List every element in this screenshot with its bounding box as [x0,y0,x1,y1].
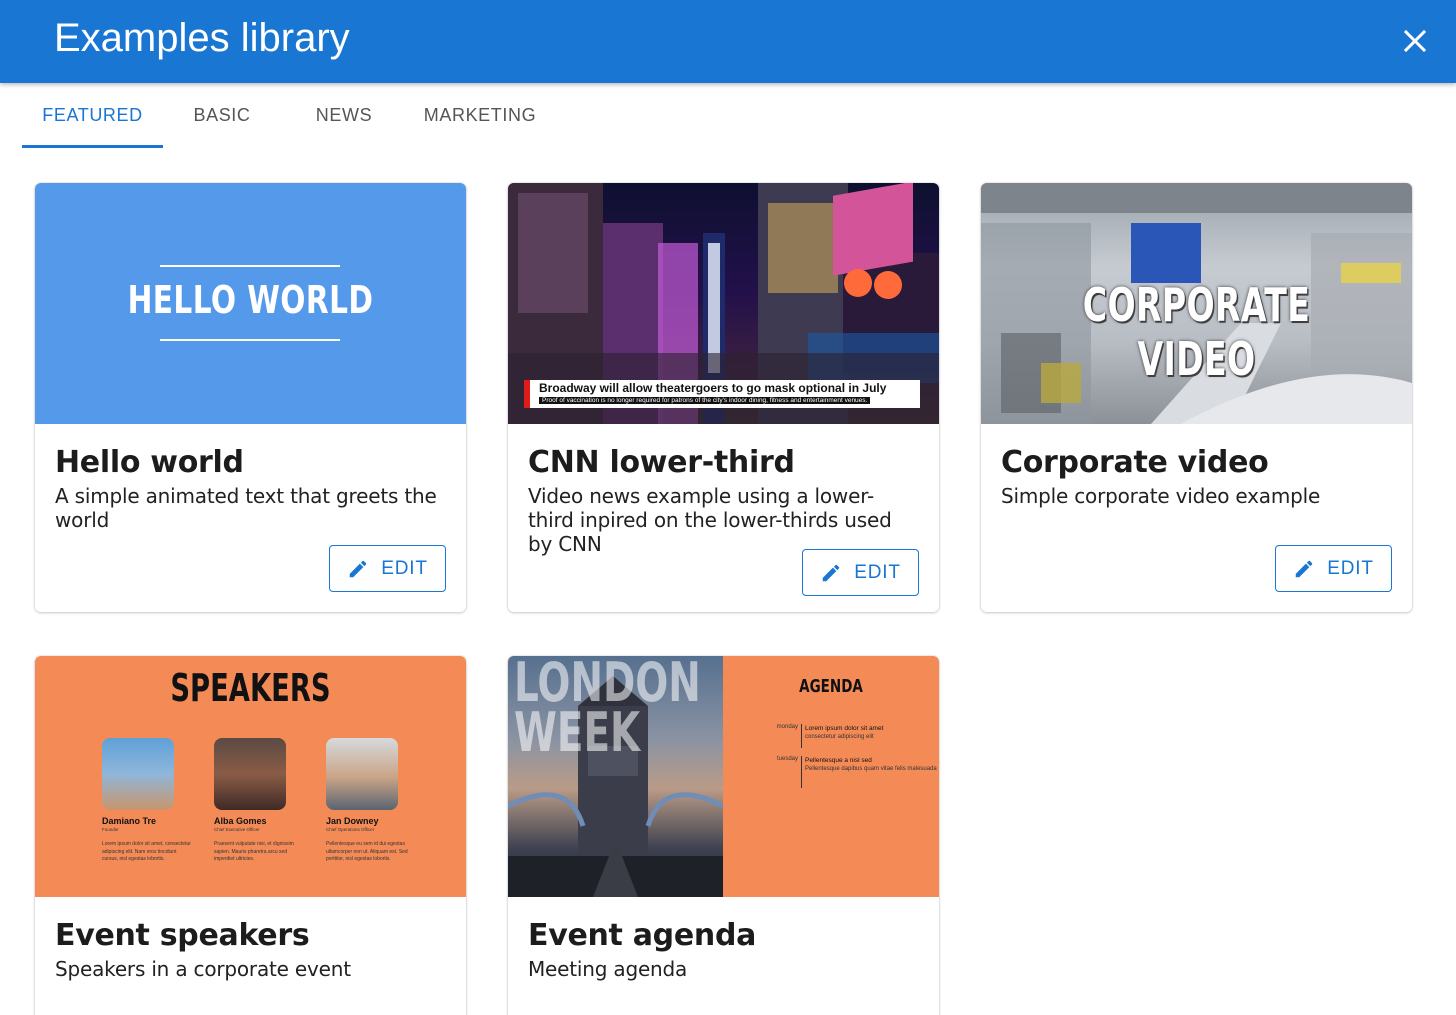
card-title: Corporate video [1001,445,1269,480]
agenda-day: monday [776,724,798,730]
speaker-avatar [326,738,398,810]
agenda-item-title: Pellentesque a nisl sed [805,757,872,764]
edit-label: EDIT [381,557,428,579]
tab-marketing[interactable]: MARKETING [406,83,554,147]
speaker-name: Alba Gomes [214,816,267,826]
card-description: Meeting agenda [528,957,688,981]
speaker-item: Alba Gomes Chief Executive Officer Praes… [214,738,326,864]
card-thumbnail: CORPORATE VIDEO [981,183,1412,424]
thumbnail-heading: AGENDA [799,676,863,697]
lower-third-subline: Proof of vaccination is no longer requir… [539,397,871,404]
speaker-bio: Pellentesque eu sem id dui egestas ullam… [326,841,408,862]
card-description: Speakers in a corporate event [55,957,351,981]
tab-news[interactable]: NEWS [285,83,403,147]
edit-button[interactable]: EDIT [329,545,446,592]
example-card-cnn-lower-third[interactable]: Broadway will allow theatergoers to go m… [508,183,939,612]
agenda-row: monday Lorem ipsum dolor sit amet consec… [758,724,938,748]
agenda-row: tuesday Pellentesque a nisl sed Pellente… [758,756,938,788]
card-description: Video news example using a lower-third i… [528,484,892,556]
speaker-role: Founder [102,827,119,832]
card-thumbnail: Broadway will allow theatergoers to go m… [508,183,939,424]
card-title: Hello world [55,445,244,480]
example-card-hello-world[interactable]: HELLO WORLD Hello world A simple animate… [35,183,466,612]
card-title: Event speakers [55,918,310,953]
agenda-item: Lorem ipsum dolor sit amet consectetur a… [805,724,939,742]
card-thumbnail: LONDON WEEK AGENDA monday Lorem ipsum do… [508,656,939,897]
edit-button[interactable]: EDIT [802,549,919,596]
thumbnail-heading: SPEAKERS [170,666,331,710]
speaker-role: Chief Executive Officer [214,827,260,832]
agenda-item-title: Lorem ipsum dolor sit amet [805,725,884,732]
speaker-role: Chief Operations Officer [326,827,375,832]
divider [160,339,340,341]
example-card-corporate-video[interactable]: CORPORATE VIDEO Corporate video Simple c… [981,183,1412,612]
speaker-avatar [214,738,286,810]
example-card-event-speakers[interactable]: SPEAKERS Damiano Tre Founder Lorem ipsum… [35,656,466,1015]
speaker-name: Jan Downey [326,816,379,826]
divider [801,756,802,788]
example-card-event-agenda[interactable]: LONDON WEEK AGENDA monday Lorem ipsum do… [508,656,939,1015]
pencil-icon [1296,560,1313,577]
divider [160,265,340,267]
divider [801,724,802,748]
edit-button[interactable]: EDIT [1275,545,1392,592]
lower-third-headline: Broadway will allow theatergoers to go m… [539,381,887,395]
card-description: A simple animated text that greets the w… [55,484,437,532]
card-description: Simple corporate video example [1001,484,1321,508]
close-button[interactable] [1394,20,1436,62]
tab-basic[interactable]: BASIC [163,83,281,147]
active-tab-indicator [22,145,163,148]
tab-featured[interactable]: FEATURED [22,83,163,147]
thumbnail-text: CORPORATE VIDEO [1082,278,1311,386]
edit-label: EDIT [854,561,901,583]
agenda-item-detail: Pellentesque dapibus quam vitae felis ma… [805,766,937,772]
edit-label: EDIT [1327,557,1374,579]
thumbnail-overlay-text: LONDON WEEK [514,656,701,764]
lower-third-accent [524,380,530,408]
card-title: Event agenda [528,918,757,953]
card-thumbnail: HELLO WORLD [35,183,466,424]
speaker-item: Damiano Tre Founder Lorem ipsum dolor si… [102,738,214,864]
category-tabs: FEATURED BASIC NEWS MARKETING [0,83,1456,149]
card-title: CNN lower-third [528,445,795,480]
agenda-item-detail: consectetur adipiscing elit [805,734,874,740]
pencil-icon [823,564,840,581]
speaker-bio: Lorem ipsum dolor sit amet, consectetur … [102,841,191,862]
pencil-icon [350,560,367,577]
agenda-day: tuesday [776,756,798,762]
speaker-bio: Praesent vulputate nisi, et dignissim sa… [214,841,294,862]
speaker-name: Damiano Tre [102,816,157,826]
close-icon [1404,30,1426,52]
speaker-avatar [102,738,174,810]
dialog-title: Examples library [54,16,350,60]
speaker-item: Jan Downey Chief Operations Officer Pell… [326,738,438,864]
thumbnail-text: HELLO WORLD [127,278,374,322]
dialog-header: Examples library [0,0,1456,83]
card-thumbnail: SPEAKERS Damiano Tre Founder Lorem ipsum… [35,656,466,897]
agenda-item: Pellentesque a nisl sed Pellentesque dap… [805,756,939,774]
